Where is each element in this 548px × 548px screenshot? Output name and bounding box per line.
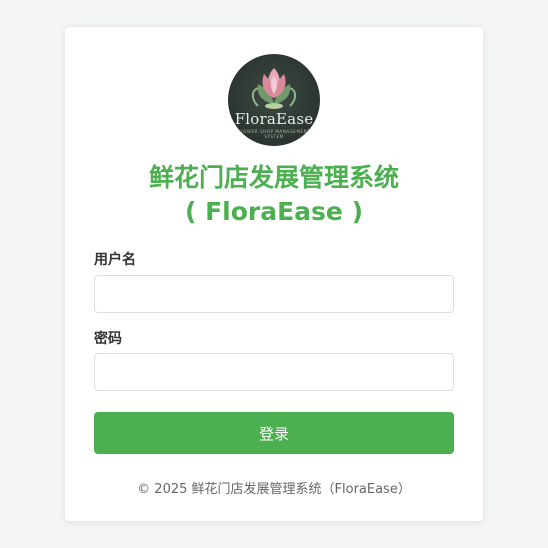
floraease-logo: FloraEase FLOWER SHOP MANAGEMENT SYSTEM (228, 54, 320, 146)
page-title-line1: 鲜花门店发展管理系统 (148, 163, 399, 192)
login-button[interactable]: 登录 (94, 412, 454, 454)
password-input[interactable] (94, 353, 454, 391)
page-title-line2: ( FloraEase ) (184, 197, 364, 226)
login-card: FloraEase FLOWER SHOP MANAGEMENT SYSTEM … (65, 27, 483, 521)
logo-brand-text: FloraEase (234, 110, 314, 128)
logo-subtitle: FLOWER SHOP MANAGEMENT SYSTEM (237, 129, 311, 139)
password-label: 密码 (94, 331, 122, 347)
username-label: 用户名 (94, 252, 136, 268)
username-input[interactable] (94, 275, 454, 313)
footer-copyright: © 2025 鲜花门店发展管理系统（FloraEase） (137, 482, 411, 497)
page-title: 鲜花门店发展管理系统 ( FloraEase ) (65, 161, 483, 229)
